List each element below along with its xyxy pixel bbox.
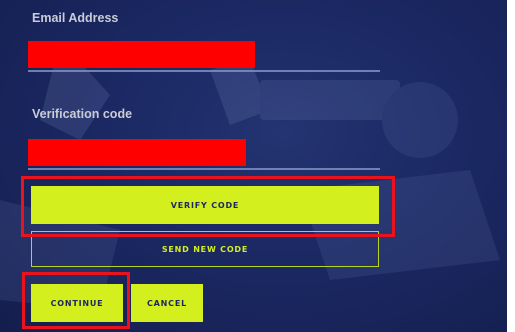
verification-panel: Email Address Verification code VERIFY C… bbox=[0, 0, 515, 332]
verification-code-field-redaction[interactable] bbox=[28, 139, 246, 166]
email-field-underline bbox=[28, 70, 380, 72]
email-field-redaction[interactable] bbox=[28, 41, 255, 68]
cancel-button[interactable]: CANCEL bbox=[131, 284, 203, 322]
email-label: Email Address bbox=[32, 11, 119, 25]
verify-code-button[interactable]: VERIFY CODE bbox=[31, 186, 379, 224]
continue-button[interactable]: CONTINUE bbox=[31, 284, 123, 322]
right-edge-strip bbox=[507, 0, 515, 332]
verification-code-label: Verification code bbox=[32, 107, 133, 121]
verification-code-underline bbox=[28, 168, 380, 170]
send-new-code-button[interactable]: SEND NEW CODE bbox=[31, 231, 379, 267]
